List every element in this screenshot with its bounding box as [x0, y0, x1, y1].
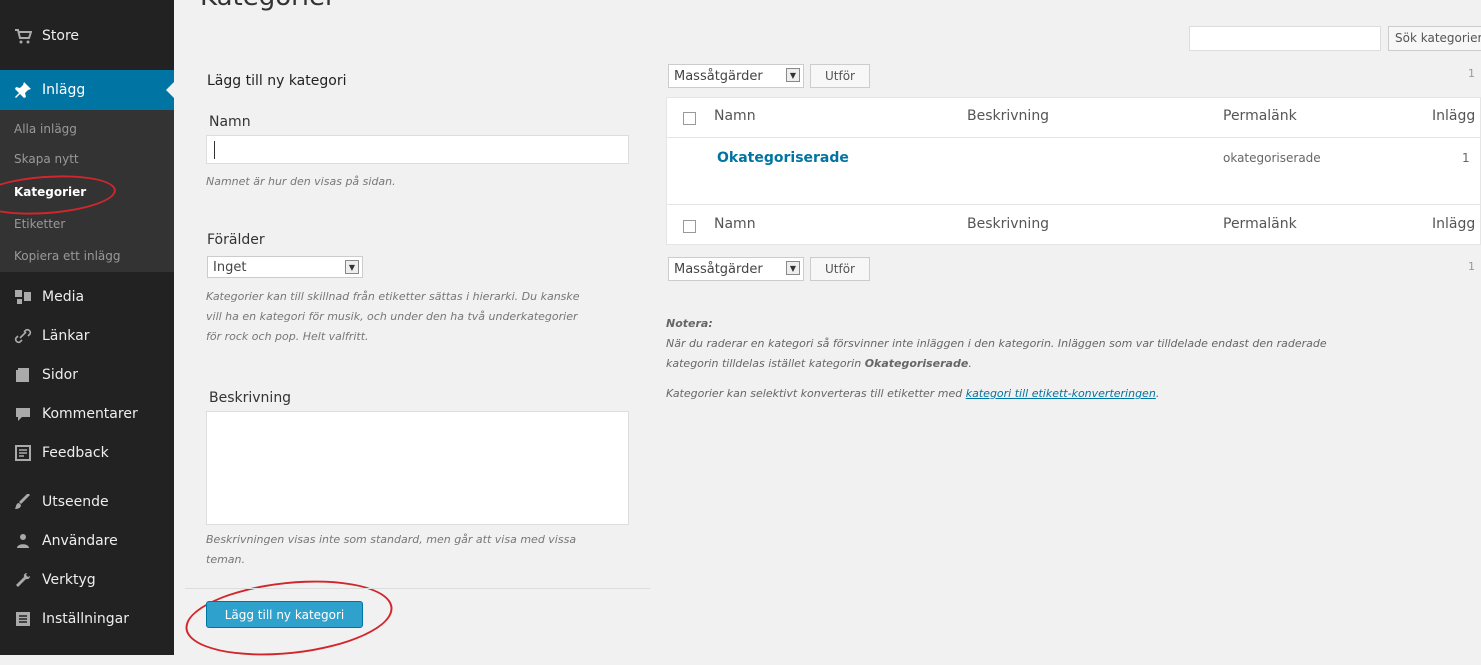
select-all-checkbox-top[interactable]	[683, 112, 696, 125]
menu-label: Inlägg	[42, 82, 86, 98]
bulk-actions-value: Massåtgärder	[674, 68, 763, 84]
menu-label: Media	[42, 289, 85, 305]
parent-label: Förälder	[207, 232, 265, 248]
column-header-posts[interactable]: Inlägg	[1432, 108, 1475, 124]
menu-item-settings[interactable]: Inställningar	[0, 599, 174, 639]
menu-item-tools[interactable]: Verktyg	[0, 560, 174, 600]
form-divider	[185, 588, 650, 589]
menu-item-feedback[interactable]: Feedback	[0, 433, 174, 473]
media-icon	[12, 288, 34, 306]
header-divider	[667, 137, 1481, 138]
page-title: Kategorier	[200, 0, 336, 12]
column-footer-name[interactable]: Namn	[714, 216, 756, 232]
categories-table: Namn Beskrivning Permalänk Inlägg Okateg…	[666, 97, 1481, 245]
text-caret	[214, 141, 215, 159]
admin-sidebar: Store Inlägg Alla inlägg Skapa nytt Kate…	[0, 0, 174, 655]
parent-hint-line-3: för rock och pop. Helt valfritt.	[206, 330, 369, 343]
note-line-3-text: Kategorier kan selektivt konverteras til…	[666, 387, 966, 400]
description-label: Beskrivning	[209, 390, 292, 406]
submenu-copy-post[interactable]: Kopiera ett inlägg	[14, 249, 121, 263]
column-footer-posts[interactable]: Inlägg	[1432, 216, 1475, 232]
menu-item-users[interactable]: Användare	[0, 521, 174, 561]
note-line-1: När du raderar en kategori så försvinner…	[666, 337, 1327, 350]
bulk-actions-value: Massåtgärder	[674, 261, 763, 277]
parent-hint-line-1: Kategorier kan till skillnad från etiket…	[206, 290, 580, 303]
menu-label: Feedback	[42, 445, 109, 461]
parent-select[interactable]: Inget ▼	[207, 256, 363, 278]
category-name-link[interactable]: Okategoriserade	[717, 150, 849, 166]
description-hint-line-1: Beskrivningen visas inte som standard, m…	[206, 533, 577, 546]
menu-label: Kommentarer	[42, 406, 138, 422]
note-default-category: Okategoriserade	[864, 357, 969, 370]
menu-item-links[interactable]: Länkar	[0, 316, 174, 356]
apply-button-bottom[interactable]: Utför	[810, 257, 870, 281]
menu-item-store[interactable]: Store	[0, 16, 174, 56]
menu-label: Länkar	[42, 328, 90, 344]
menu-item-appearance[interactable]: Utseende	[0, 482, 174, 522]
note-line-2: kategorin tilldelas istället kategorin O…	[666, 354, 972, 374]
settings-icon	[12, 610, 34, 628]
menu-label: Verktyg	[42, 572, 96, 588]
items-count-bottom: 1	[1468, 260, 1475, 273]
category-tag-converter-link[interactable]: kategori till etikett-konverteringen	[966, 387, 1156, 400]
apply-button-top[interactable]: Utför	[810, 64, 870, 88]
menu-label: Utseende	[42, 494, 109, 510]
category-slug: okategoriserade	[1223, 151, 1321, 165]
name-hint: Namnet är hur den visas på sidan.	[206, 175, 396, 188]
store-icon	[12, 27, 34, 45]
note-line-2-text: kategorin tilldelas istället kategorin	[666, 357, 865, 370]
items-count-top: 1	[1468, 67, 1475, 80]
pages-icon	[12, 366, 34, 384]
submenu-tags[interactable]: Etiketter	[14, 217, 65, 231]
tools-icon	[12, 571, 34, 589]
chevron-down-icon: ▼	[786, 68, 800, 82]
bulk-actions-select-top[interactable]: Massåtgärder ▼	[668, 64, 804, 88]
select-all-checkbox-bottom[interactable]	[683, 220, 696, 233]
feedback-icon	[12, 444, 34, 462]
search-input[interactable]	[1189, 26, 1381, 51]
menu-label: Sidor	[42, 367, 78, 383]
submenu-all-posts[interactable]: Alla inlägg	[14, 122, 77, 136]
bulk-actions-select-bottom[interactable]: Massåtgärder ▼	[668, 257, 804, 281]
add-category-button[interactable]: Lägg till ny kategori	[206, 601, 363, 628]
appearance-icon	[12, 493, 34, 511]
description-hint-line-2: teman.	[206, 553, 246, 566]
description-textarea[interactable]	[206, 411, 629, 525]
menu-label: Användare	[42, 533, 118, 549]
menu-label: Inställningar	[42, 611, 130, 627]
note-line-2-end: .	[968, 357, 972, 370]
column-header-name[interactable]: Namn	[714, 108, 756, 124]
column-header-description[interactable]: Beskrivning	[967, 108, 1049, 124]
comments-icon	[12, 405, 34, 423]
column-header-slug[interactable]: Permalänk	[1223, 108, 1297, 124]
menu-label: Store	[42, 28, 80, 44]
column-footer-description[interactable]: Beskrivning	[967, 216, 1049, 232]
pin-icon	[12, 81, 34, 99]
name-input[interactable]	[206, 135, 629, 164]
footer-divider	[667, 204, 1481, 205]
parent-select-value: Inget	[213, 259, 247, 275]
menu-item-posts[interactable]: Inlägg	[0, 70, 174, 110]
note-heading: Notera:	[666, 317, 713, 330]
parent-hint-line-2: vill ha en kategori för musik, och under…	[206, 310, 578, 323]
search-categories-button[interactable]: Sök kategorier	[1388, 26, 1481, 51]
submenu-new-post[interactable]: Skapa nytt	[14, 152, 79, 166]
note-line-3: Kategorier kan selektivt konverteras til…	[666, 384, 1159, 404]
note-line-3-end: .	[1155, 387, 1160, 400]
column-footer-slug[interactable]: Permalänk	[1223, 216, 1297, 232]
name-label: Namn	[209, 114, 251, 130]
users-icon	[12, 532, 34, 550]
menu-item-comments[interactable]: Kommentarer	[0, 394, 174, 434]
form-heading: Lägg till ny kategori	[207, 73, 347, 89]
link-icon	[12, 327, 34, 345]
menu-item-media[interactable]: Media	[0, 277, 174, 317]
category-post-count[interactable]: 1	[1462, 151, 1470, 165]
chevron-down-icon: ▼	[786, 261, 800, 275]
menu-item-pages[interactable]: Sidor	[0, 355, 174, 395]
chevron-down-icon: ▼	[345, 260, 359, 274]
